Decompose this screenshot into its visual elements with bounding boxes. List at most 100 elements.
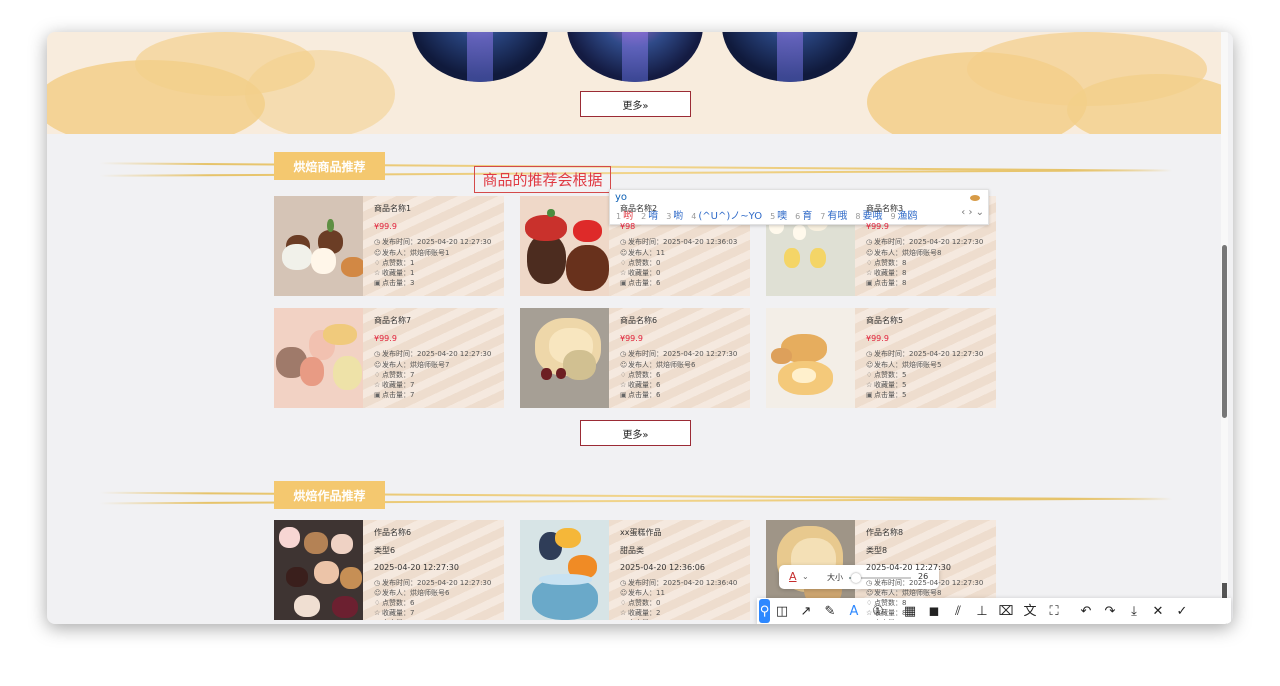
meta-text: 点击量：8: [628, 619, 660, 620]
meta-text: 发布人：烘焙师账号6: [382, 588, 450, 597]
product-image[interactable]: [274, 308, 363, 408]
work-type: 甜品类: [620, 546, 644, 556]
like-icon: ♢: [374, 258, 381, 267]
meta-text: 发布时间：2025-04-20 12:27:30: [874, 350, 984, 359]
translate-icon[interactable]: 文: [1018, 599, 1042, 623]
ime-candidate-text: 育: [802, 211, 813, 222]
meta-text: 发布人：11: [628, 588, 665, 597]
product-info: 商品名称2 ¥98 ◷ 发布时间：2025-04-20 12:36:03 ☺发布人：11…: [620, 204, 744, 288]
product-name[interactable]: 商品名称5: [866, 316, 990, 326]
scrollbar-thumb[interactable]: [1222, 245, 1227, 418]
work-type: 类型6: [374, 546, 396, 556]
meta-row: ☺发布人：烘焙师账号1: [374, 248, 498, 258]
product-image[interactable]: [520, 308, 609, 408]
work-name[interactable]: 作品名称6: [374, 528, 498, 538]
chevron-down-icon[interactable]: ⌄: [802, 572, 809, 581]
product-card[interactable]: 商品名称7 ¥99.9 ◷ 发布时间：2025-04-20 12:27:30 ☺发布人：…: [274, 308, 504, 408]
meta-text: 发布人：烘焙师账号1: [382, 248, 450, 257]
ime-skin-icon[interactable]: [970, 195, 980, 201]
ime-candidate[interactable]: 5噢: [770, 207, 787, 222]
product-card[interactable]: 商品名称1 ¥99.9 ◷ 发布时间：2025-04-20 12:27:30 ☺发布人：…: [274, 196, 504, 296]
scrollbar[interactable]: [1221, 32, 1228, 624]
ocr-icon[interactable]: ⌧: [994, 599, 1018, 623]
meta-row: ☺发布人：烘焙师账号5: [866, 360, 990, 370]
work-image[interactable]: [274, 520, 363, 620]
product-name[interactable]: 商品名称2: [620, 204, 744, 214]
product-image[interactable]: [274, 196, 363, 296]
meta-row: ♢ 点赞数：8: [866, 258, 990, 268]
meta-row: ◷ 发布时间：2025-04-20 12:36:40: [620, 578, 744, 588]
meta-text: 点击量：7: [382, 619, 414, 620]
like-icon: ♢: [620, 370, 627, 379]
meta-text: 发布时间：2025-04-20 12:36:40: [628, 578, 738, 587]
product-image[interactable]: [766, 308, 855, 408]
meta-row: ♢ 点赞数：0: [620, 258, 744, 268]
redo-icon[interactable]: ↷: [1098, 599, 1122, 623]
product-info: 商品名称7 ¥99.9 ◷ 发布时间：2025-04-20 12:27:30 ☺发布人：…: [374, 316, 498, 400]
pen-icon[interactable]: ✎: [818, 599, 842, 623]
user-icon: ☺: [866, 248, 874, 257]
annotation-text-box[interactable]: 商品的推荐会根据: [474, 166, 611, 193]
clock-icon: ◷: [620, 578, 627, 587]
product-name[interactable]: 商品名称7: [374, 316, 498, 326]
star-icon: ☆: [866, 381, 873, 390]
section-divider: [100, 169, 1172, 177]
meta-row: ☆ 收藏量：7: [374, 608, 498, 618]
ime-candidate[interactable]: 6育: [795, 207, 812, 222]
products-more-button[interactable]: 更多»: [580, 420, 691, 446]
product-name[interactable]: 商品名称3: [866, 204, 990, 214]
download-icon[interactable]: ⤓: [1122, 599, 1146, 623]
meta-text: 点赞数：6: [628, 370, 661, 379]
product-info: 商品名称5 ¥99.9 ◷ 发布时间：2025-04-20 12:27:30 ☺发布人：…: [866, 316, 990, 400]
text-icon[interactable]: A: [842, 599, 866, 623]
work-image[interactable]: [520, 520, 609, 620]
font-color-icon[interactable]: A: [789, 570, 797, 583]
user-icon: ☺: [374, 248, 382, 257]
meta-row: ♢ 点赞数：7: [374, 370, 498, 380]
like-icon: ♢: [866, 370, 873, 379]
product-card[interactable]: 商品名称2 ¥98 ◷ 发布时间：2025-04-20 12:36:03 ☺发布人：11…: [520, 196, 750, 296]
work-card[interactable]: xx蛋糕作品 甜品类 2025-04-20 12:36:06 ◷ 发布时间：2025-0…: [520, 520, 750, 620]
close-icon[interactable]: ✕: [1146, 599, 1170, 623]
undo-icon[interactable]: ↶: [1074, 599, 1098, 623]
meta-row: ♢ 点赞数：8: [866, 598, 990, 608]
clock-icon: ◷: [866, 238, 873, 247]
meta-row: ♢ 点赞数：0: [620, 598, 744, 608]
arrow-icon[interactable]: ↗: [794, 599, 818, 623]
meta-text: 点击量：8: [874, 279, 907, 288]
ime-candidate[interactable]: 7 有哦: [820, 207, 847, 222]
clock-icon: ◷: [866, 350, 873, 359]
product-name[interactable]: 商品名称1: [374, 204, 498, 214]
view-icon: ▣: [620, 279, 627, 288]
confirm-icon[interactable]: ✓: [1170, 599, 1194, 623]
meta-text: 收藏量：0: [628, 269, 661, 278]
shapes-icon[interactable]: ◫: [770, 599, 794, 623]
work-name[interactable]: xx蛋糕作品: [620, 528, 744, 538]
work-name[interactable]: 作品名称8: [866, 528, 990, 538]
meta-row: ▣点击量：6: [620, 278, 744, 288]
banner-more-button[interactable]: 更多»: [580, 91, 691, 117]
work-card[interactable]: 作品名称6 类型6 2025-04-20 12:27:30 ◷ 发布时间：2025-04…: [274, 520, 504, 620]
meta-row: ☺发布人：烘焙师账号8: [866, 248, 990, 258]
meta-row: ♢ 点赞数：1: [374, 258, 498, 268]
meta-text: 发布时间：2025-04-20 12:27:30: [628, 350, 738, 359]
user-icon: ☺: [374, 360, 382, 369]
pin-icon[interactable]: ⚲: [759, 599, 770, 623]
user-icon: ☺: [620, 588, 628, 597]
product-card[interactable]: 商品名称5 ¥99.9 ◷ 发布时间：2025-04-20 12:27:30 ☺发布人：…: [766, 308, 996, 408]
meta-row: ☆ 收藏量：1: [374, 268, 498, 278]
ime-candidate-text: 噢: [777, 211, 788, 222]
product-card[interactable]: 商品名称6 ¥99.9 ◷ 发布时间：2025-04-20 12:27:30 ☺发布人：…: [520, 308, 750, 408]
product-price: ¥98: [620, 222, 636, 232]
long-screenshot-icon[interactable]: ⛶: [1042, 599, 1066, 623]
ime-candidate-number: 6: [795, 212, 801, 221]
ime-composition: yo: [615, 192, 628, 203]
meta-text: 收藏量：7: [382, 381, 415, 390]
meta-row: ☺发布人：烘焙师账号8: [866, 588, 990, 598]
slider-knob[interactable]: [851, 573, 862, 583]
clock-icon: ◷: [866, 578, 873, 587]
product-image[interactable]: [520, 196, 609, 296]
section-divider: [100, 497, 1172, 505]
product-name[interactable]: 商品名称6: [620, 316, 744, 326]
meta-text: 点赞数：8: [874, 599, 907, 608]
